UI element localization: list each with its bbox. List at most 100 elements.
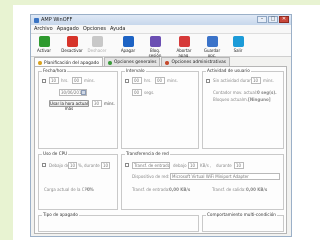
toolbar-button-shutdown[interactable]: Apagar [117,36,139,53]
slide-left-accent [0,0,13,240]
toolbar-button-exit[interactable]: Salir [227,36,249,53]
interval-hours-unit: hrs. [144,78,152,83]
network-during-label: durante [216,163,232,168]
group-title: Comportamiento multi-condición [206,212,277,217]
net-out-value: 0,00 KB/s [246,187,268,192]
shutdown-icon [122,36,134,47]
window-title: AMP WinOFF [41,17,73,23]
toolbar-button-power[interactable]: Activar [33,36,55,53]
network-below-label: debajo [173,163,187,168]
menu-opciones[interactable]: Opciones [83,26,106,32]
power-icon [38,36,50,47]
group-title: Intervalo [125,68,146,73]
window-controls: – □ ✕ [257,16,289,23]
toolbar-button-stop[interactable]: Desactivar [61,36,83,53]
menu-ayuda[interactable]: Ayuda [110,26,125,32]
group-comportamiento: Comportamiento multi-condición [202,212,284,232]
toolbar-button-undo[interactable]: Deshacer [86,36,108,53]
group-uso-cpu: Uso de CPU Debajo de 10 %, durante 10 Ca… [38,151,118,210]
interval-seconds-unit: segs. [144,90,155,95]
toolbar-button-abort[interactable]: Abortar apag. [173,36,195,58]
cpu-during-label: durante [84,163,100,168]
network-during-input[interactable]: 10 [234,162,244,169]
group-transferencia-red: Transferencia de red Transf. de entrada … [121,151,284,210]
tab-content-planificacion: Fecha/hora 10 hrs. 00 mins. 30/06/2011 U… [34,66,287,234]
menu-apagado[interactable]: Apagado [57,26,79,32]
interval-minutes-unit: mins. [167,78,178,83]
tab-icon [107,60,112,65]
inactivity-input[interactable]: 10 [251,77,261,84]
mouse-counter-value: 0 seg(s). [257,90,277,95]
cpu-below-input[interactable]: 10 [68,162,77,169]
app-icon [34,17,39,23]
use-current-time-button[interactable]: Usar la hora actual más [49,100,89,111]
group-title: Tipo de apagado [42,212,79,217]
inactivity-unit: mins. [263,78,274,83]
group-title: Fecha/hora [42,68,68,73]
maximize-button[interactable]: □ [268,16,278,23]
intervalo-checkbox[interactable] [125,79,129,83]
group-fecha-hora: Fecha/hora 10 hrs. 00 mins. 30/06/2011 U… [38,68,118,149]
fecha-hora-checkbox[interactable] [42,79,46,83]
device-select[interactable]: Microsoft Virtual WiFi Miniport Adapter [170,173,280,180]
save-icon [206,36,218,47]
cpu-during-input[interactable]: 10 [101,162,110,169]
minutes-input[interactable]: 00 [72,77,82,84]
group-title: Uso de CPU [42,151,69,156]
cpu-current-value: 0% [87,187,94,192]
toolbar-button-label: Apagar [120,48,136,53]
network-below-input[interactable]: 10 [188,162,198,169]
minimize-button[interactable]: – [257,16,267,23]
interval-seconds-input[interactable]: 00 [132,89,142,96]
toolbar-button-label: Activar [36,48,51,53]
interval-hours-input[interactable]: 00 [132,77,142,84]
menu-bar: Archivo Apagado Opciones Ayuda [31,25,291,34]
group-intervalo: Intervalo 00 hrs. 00 mins. 00 segs. [121,68,199,149]
app-window: AMP WinOFF – □ ✕ Archivo Apagado Opcione… [30,14,292,237]
group-actividad-usuario: Actividad de usuario Sin actividad duran… [202,68,284,149]
toolbar-button-label: Deshacer [87,48,107,53]
tab-icon [165,60,170,65]
group-title: Actividad de usuario [206,68,251,73]
toolbar-button-label: Salir [233,48,243,53]
hours-unit: hrs. [61,78,69,83]
direction-select[interactable]: Transf. de entrada [132,162,170,169]
stop-icon [66,36,78,47]
net-in-value: 0,00 KB/s [169,187,191,192]
keys-lock-value: [Ninguno] [248,97,271,102]
exit-icon [232,36,244,47]
group-title: Transferencia de red [125,151,170,156]
lock-icon [149,36,161,47]
net-out-label: Transf. de salida: [212,187,246,192]
cpu-current-label: Carga actual de la CPU: [44,187,92,192]
undo-icon [91,36,103,47]
minutes-unit: mins. [84,78,95,83]
hours-input[interactable]: 10 [49,77,59,84]
menu-archivo[interactable]: Archivo [34,26,53,32]
toolbar-button-label: Desactivar [61,48,83,53]
abort-icon [178,36,190,47]
slide-top-accent [0,0,320,5]
toolbar-button-save[interactable]: Guardar opc. [201,36,223,58]
title-bar: AMP WinOFF – □ ✕ [31,15,291,25]
toolbar: Activar Desactivar Deshacer Apagar Bloq. ses… [31,34,291,58]
mouse-counter-label: Contador mov. actual: [213,90,258,95]
plus-minutes-unit: mins. [104,101,115,106]
device-label: Dispositivo de red: [132,174,170,179]
keys-lock-label: Bloqueo actualm.: [213,97,250,102]
toolbar-button-lock[interactable]: Bloq. sesión [144,36,166,58]
network-checkbox[interactable] [125,163,129,167]
group-tipo-apagado: Tipo de apagado [38,212,199,232]
cpu-below-unit: %, [78,163,84,168]
tab-strip: Planificación del apagado Opciones genera… [34,57,230,68]
actividad-checkbox[interactable] [206,79,210,83]
network-below-unit: KB/s , [200,163,212,168]
plus-minutes-input[interactable]: 30 [92,100,102,107]
cpu-checkbox[interactable] [42,163,46,167]
interval-minutes-input[interactable]: 00 [155,77,165,84]
inactivity-label: Sin actividad durante [213,78,256,83]
net-in-label: Transf. de entrada: [132,187,170,192]
cpu-below-label: Debajo de [49,163,70,168]
calendar-icon[interactable] [81,90,86,95]
close-button[interactable]: ✕ [279,16,289,23]
